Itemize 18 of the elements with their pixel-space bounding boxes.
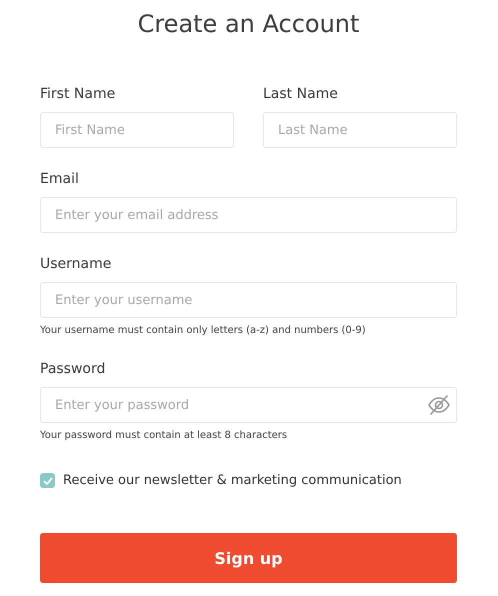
page-title: Create an Account	[136, 9, 360, 40]
input-field[interactable]: Enter your username	[40, 282, 457, 318]
sign-up-button[interactable]: Sign up	[40, 533, 457, 583]
eye-off-icon[interactable]	[427, 394, 451, 416]
field-label: Password	[40, 360, 106, 379]
hint-text: Your username must contain only letters (a-z) and numbers (0-9)	[40, 324, 366, 338]
hint-text: Your password must contain at least 8 characters	[40, 429, 288, 443]
field-label: Email	[40, 170, 79, 189]
field-label: Username	[40, 255, 112, 274]
field-label: First Name	[40, 85, 116, 104]
input-field[interactable]: Enter your password	[40, 387, 457, 423]
input-field[interactable]: First Name	[40, 112, 234, 148]
checkbox-label: Receive our newsletter & marketing communication	[63, 473, 402, 488]
field-label: Last Name	[263, 85, 338, 104]
input-field[interactable]: Last Name	[263, 112, 457, 148]
check-icon	[42, 476, 52, 484]
checkbox[interactable]	[40, 473, 55, 488]
input-field[interactable]: Enter your email address	[40, 197, 457, 233]
